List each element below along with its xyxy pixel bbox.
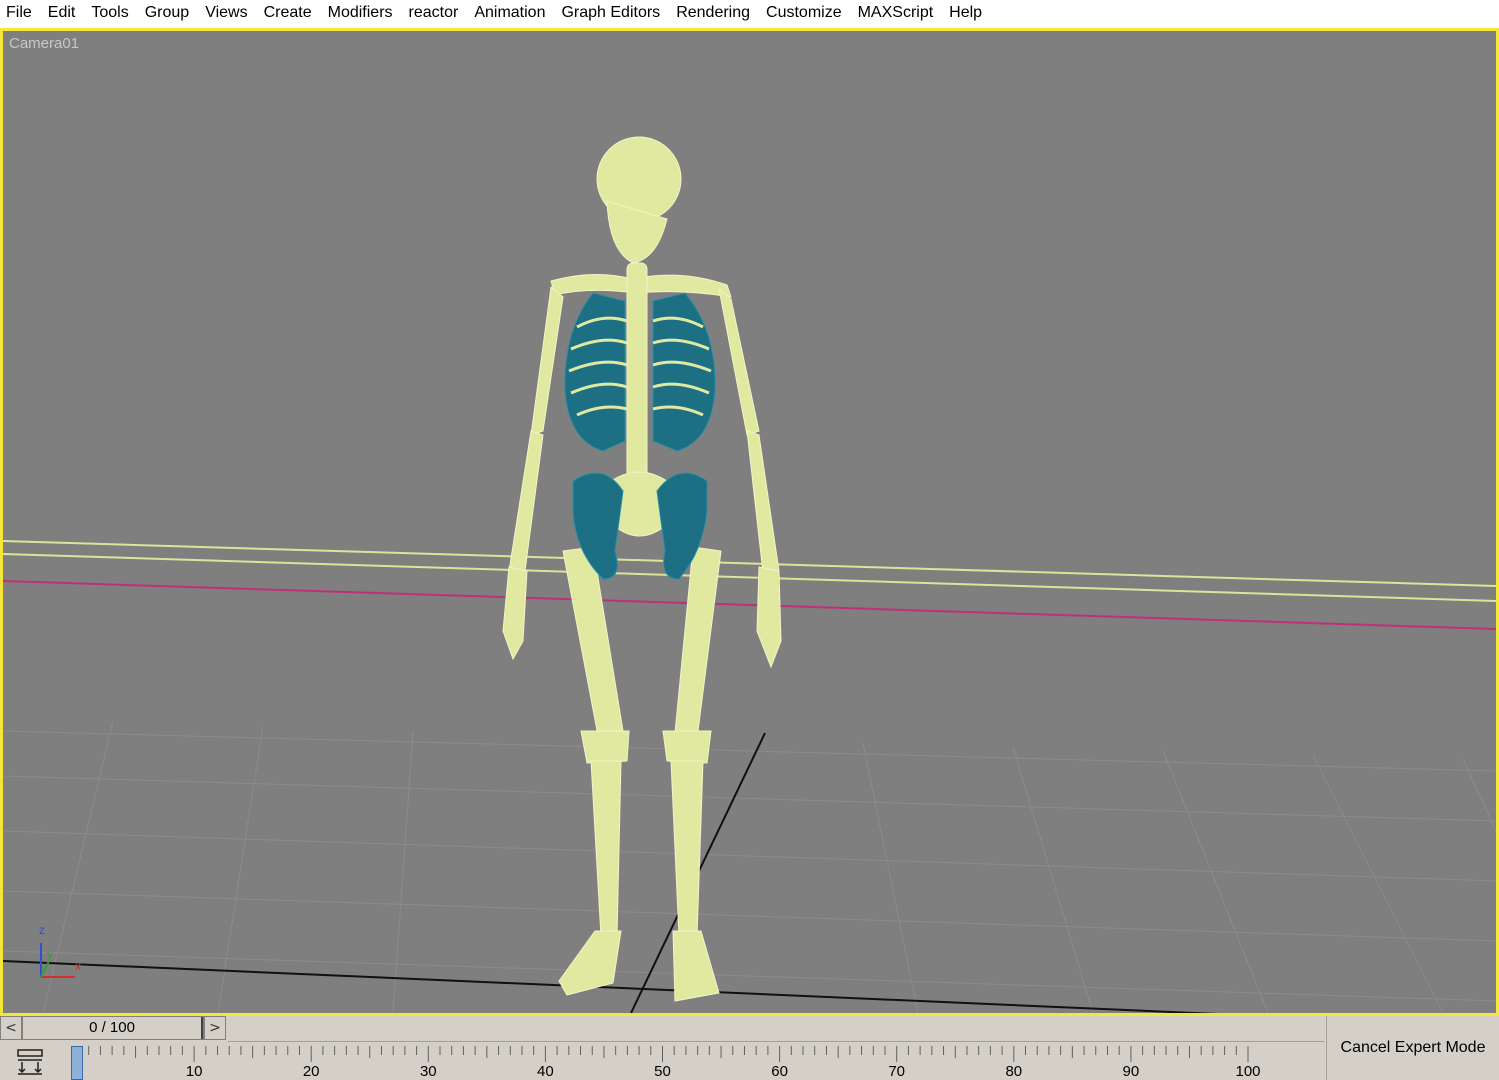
timeline-tick-label: 80 [1005, 1063, 1022, 1080]
time-slider-prev-button[interactable]: < [0, 1016, 22, 1040]
left-forearm [508, 430, 544, 572]
menu-file[interactable]: File [2, 0, 40, 28]
cancel-expert-mode-button[interactable]: Cancel Expert Mode [1326, 1016, 1499, 1080]
right-foot [672, 930, 720, 1002]
timeline-tick-label: 20 [303, 1063, 320, 1080]
skeleton-model[interactable] [502, 136, 782, 1002]
horizon-line-magenta [3, 580, 1496, 630]
timeline-ruler[interactable]: 0102030405060708090100 [68, 1044, 1324, 1080]
timeline-tick-label: 30 [420, 1063, 437, 1080]
bottom-panel: < 0 / 100 > 0102030405060708090100 Cance… [0, 1016, 1499, 1080]
timeline[interactable]: 0102030405060708090100 [68, 1044, 1324, 1080]
timeline-tick-label: 70 [888, 1063, 905, 1080]
menu-reactor[interactable]: reactor [401, 0, 467, 28]
menu-views[interactable]: Views [197, 0, 255, 28]
horizon-line-lower [3, 553, 1496, 602]
timeline-tick-label: 10 [186, 1063, 203, 1080]
menu-customize[interactable]: Customize [758, 0, 850, 28]
viewport-label[interactable]: Camera01 [9, 35, 79, 52]
timeline-tick-label: 60 [771, 1063, 788, 1080]
menu-graph-editors[interactable]: Graph Editors [553, 0, 668, 28]
menu-maxscript[interactable]: MAXScript [850, 0, 942, 28]
time-slider-strip [228, 1016, 1324, 1042]
right-hand [756, 566, 782, 669]
right-tibia [670, 760, 704, 938]
time-slider-track[interactable]: 0 / 100 [22, 1016, 204, 1040]
menu-help[interactable]: Help [941, 0, 990, 28]
right-humerus [718, 287, 760, 436]
menu-tools[interactable]: Tools [83, 0, 136, 28]
axis-x-label: x [75, 959, 81, 973]
menu-group[interactable]: Group [137, 0, 197, 28]
timeline-tick-label: 90 [1123, 1063, 1140, 1080]
left-foot [558, 930, 622, 996]
current-frame-marker[interactable] [71, 1046, 83, 1080]
left-humerus [530, 286, 564, 436]
menu-bar: File Edit Tools Group Views Create Modif… [0, 0, 1499, 28]
camera-viewport[interactable]: Camera01 z y x [0, 28, 1499, 1016]
menu-animation[interactable]: Animation [466, 0, 553, 28]
menu-edit[interactable]: Edit [40, 0, 84, 28]
viewport-scene [3, 136, 1496, 1013]
time-slider[interactable]: < 0 / 100 > [0, 1016, 228, 1042]
menu-create[interactable]: Create [256, 0, 320, 28]
right-ribcage [652, 292, 716, 452]
horizon-line-upper [3, 540, 1496, 587]
left-knee [580, 730, 630, 764]
left-hand [502, 566, 528, 661]
axis-z-label: z [39, 923, 45, 937]
right-forearm [746, 430, 780, 574]
key-filter-icon[interactable] [14, 1048, 46, 1076]
time-slider-thumb[interactable]: 0 / 100 [23, 1017, 203, 1039]
menu-modifiers[interactable]: Modifiers [320, 0, 401, 28]
timeline-tick-label: 40 [537, 1063, 554, 1080]
left-ribcage [564, 292, 626, 452]
right-knee [662, 730, 712, 764]
time-slider-next-button[interactable]: > [204, 1016, 226, 1040]
timeline-tick-label: 100 [1235, 1063, 1260, 1080]
left-femur [562, 546, 624, 742]
timeline-tick-label: 50 [654, 1063, 671, 1080]
axis-y-label: y [47, 947, 53, 961]
menu-rendering[interactable]: Rendering [668, 0, 758, 28]
